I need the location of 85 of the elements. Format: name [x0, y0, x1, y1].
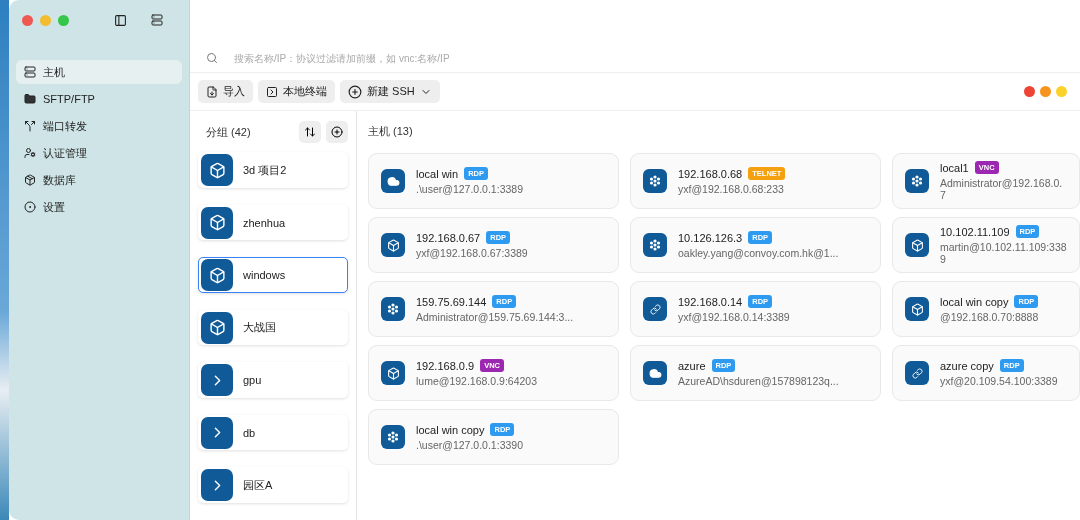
host-name: 10.102.11.109	[940, 225, 1010, 238]
sort-button[interactable]	[299, 121, 321, 144]
link-icon	[911, 367, 923, 379]
cluster-icon	[910, 174, 924, 188]
host-name: azure copy	[940, 359, 994, 372]
sidebar-item[interactable]: SFTP/FTP	[16, 87, 182, 111]
host-name: local win copy	[940, 295, 1009, 308]
plus-icon	[331, 126, 343, 139]
cluster-icon	[386, 430, 400, 444]
sidebar-item[interactable]: 认证管理	[16, 141, 182, 165]
host-address: yxf@192.168.0.67:3389	[416, 247, 528, 259]
host-name: local1	[940, 161, 969, 174]
host-name: 192.168.0.9	[416, 359, 475, 372]
link-icon	[649, 303, 661, 315]
host-address: yxf@20.109.54.100:3389	[940, 375, 1058, 387]
host-address: .\user@127.0.0.1:3389	[416, 183, 523, 195]
sidebar-item[interactable]: 端口转发	[16, 114, 182, 138]
toolbar-button[interactable]: 导入	[198, 80, 253, 103]
sidebar-toggle-icon[interactable]	[114, 13, 127, 27]
fork-icon	[24, 120, 36, 132]
groups-heading: 分组 (42)	[205, 124, 251, 140]
host-name: azure	[678, 359, 706, 372]
search-icon	[206, 52, 218, 64]
server-icon	[24, 66, 36, 78]
host-name: 192.168.0.67	[416, 231, 481, 244]
host-address: martin@10.102.11.109:3389	[940, 241, 1067, 265]
host-address: AzureAD\hsduren@157898123q...	[678, 375, 839, 387]
host-address: lume@192.168.0.9:64203	[416, 375, 537, 387]
search-field[interactable]: 搜索名称/IP：协议过滤请加前缀，如 vnc:名称/IP	[232, 51, 1064, 65]
box-icon	[201, 154, 233, 187]
group-item[interactable]: gpu	[198, 362, 348, 398]
plus-icon	[348, 84, 362, 99]
host-name: 192.168.0.14	[678, 295, 743, 308]
chevron-icon	[201, 364, 233, 397]
cluster-icon	[648, 174, 662, 188]
sidebar-item[interactable]: 数据库	[16, 168, 182, 192]
file-import-icon	[206, 85, 218, 98]
hosts-heading: 主机 (13)	[368, 125, 413, 137]
group-item[interactable]: db	[198, 414, 348, 451]
host-address: oakley.yang@convoy.com.hk@1...	[678, 247, 839, 259]
cluster-icon	[648, 238, 662, 252]
group-item[interactable]: 大战国	[198, 309, 348, 346]
box-icon	[201, 206, 233, 239]
chevron-icon	[201, 416, 233, 449]
host-name: local win copy	[416, 423, 485, 436]
host-address: Administrator@192.168.0.7	[940, 177, 1064, 201]
terminal-icon	[266, 85, 278, 98]
settings-icon	[24, 201, 36, 213]
box-icon	[201, 311, 233, 344]
status-dot	[1040, 86, 1051, 97]
box-icon	[201, 259, 233, 292]
group-item[interactable]: windows	[198, 257, 348, 293]
group-item[interactable]: 园区A	[198, 467, 348, 503]
cloud-icon	[386, 174, 400, 188]
status-dot	[1056, 86, 1067, 97]
sidebar-item[interactable]: 主机	[16, 60, 182, 84]
host-address: yxf@192.168.0.14:3389	[678, 311, 790, 323]
host-address: Administrator@159.75.69.144:3...	[416, 311, 574, 323]
host-address: @192.168.0.70:8888	[940, 311, 1039, 323]
chevron-icon	[201, 469, 233, 502]
toolbar-button[interactable]: 本地终端	[258, 80, 335, 103]
folder-icon	[24, 93, 36, 105]
cluster-icon	[386, 302, 400, 316]
box-icon	[910, 302, 924, 316]
status-dot	[1024, 86, 1035, 97]
server-icon[interactable]	[151, 14, 163, 26]
cloud-icon	[648, 366, 662, 380]
group-item[interactable]: 3d 项目2	[198, 152, 348, 188]
box-icon	[910, 238, 924, 252]
host-address: yxf@192.168.0.68:233	[678, 183, 785, 195]
group-item[interactable]: zhenhua	[198, 204, 348, 241]
box-icon	[386, 238, 400, 252]
host-address: .\user@127.0.0.1:3390	[416, 439, 523, 451]
box-icon	[386, 366, 400, 380]
add-button[interactable]	[326, 121, 348, 144]
close-button[interactable]	[22, 14, 33, 26]
user-icon	[24, 147, 36, 159]
sidebar-item[interactable]: 设置	[16, 195, 182, 219]
host-name: 159.75.69.144	[416, 295, 487, 308]
cube-icon	[24, 174, 36, 186]
toolbar-button[interactable]: 新建 SSH	[340, 80, 440, 103]
host-name: 192.168.0.68	[678, 167, 743, 180]
host-name: 10.126.126.3	[678, 231, 743, 244]
sort-arrows-icon	[304, 126, 316, 139]
host-name: local win	[416, 167, 459, 180]
